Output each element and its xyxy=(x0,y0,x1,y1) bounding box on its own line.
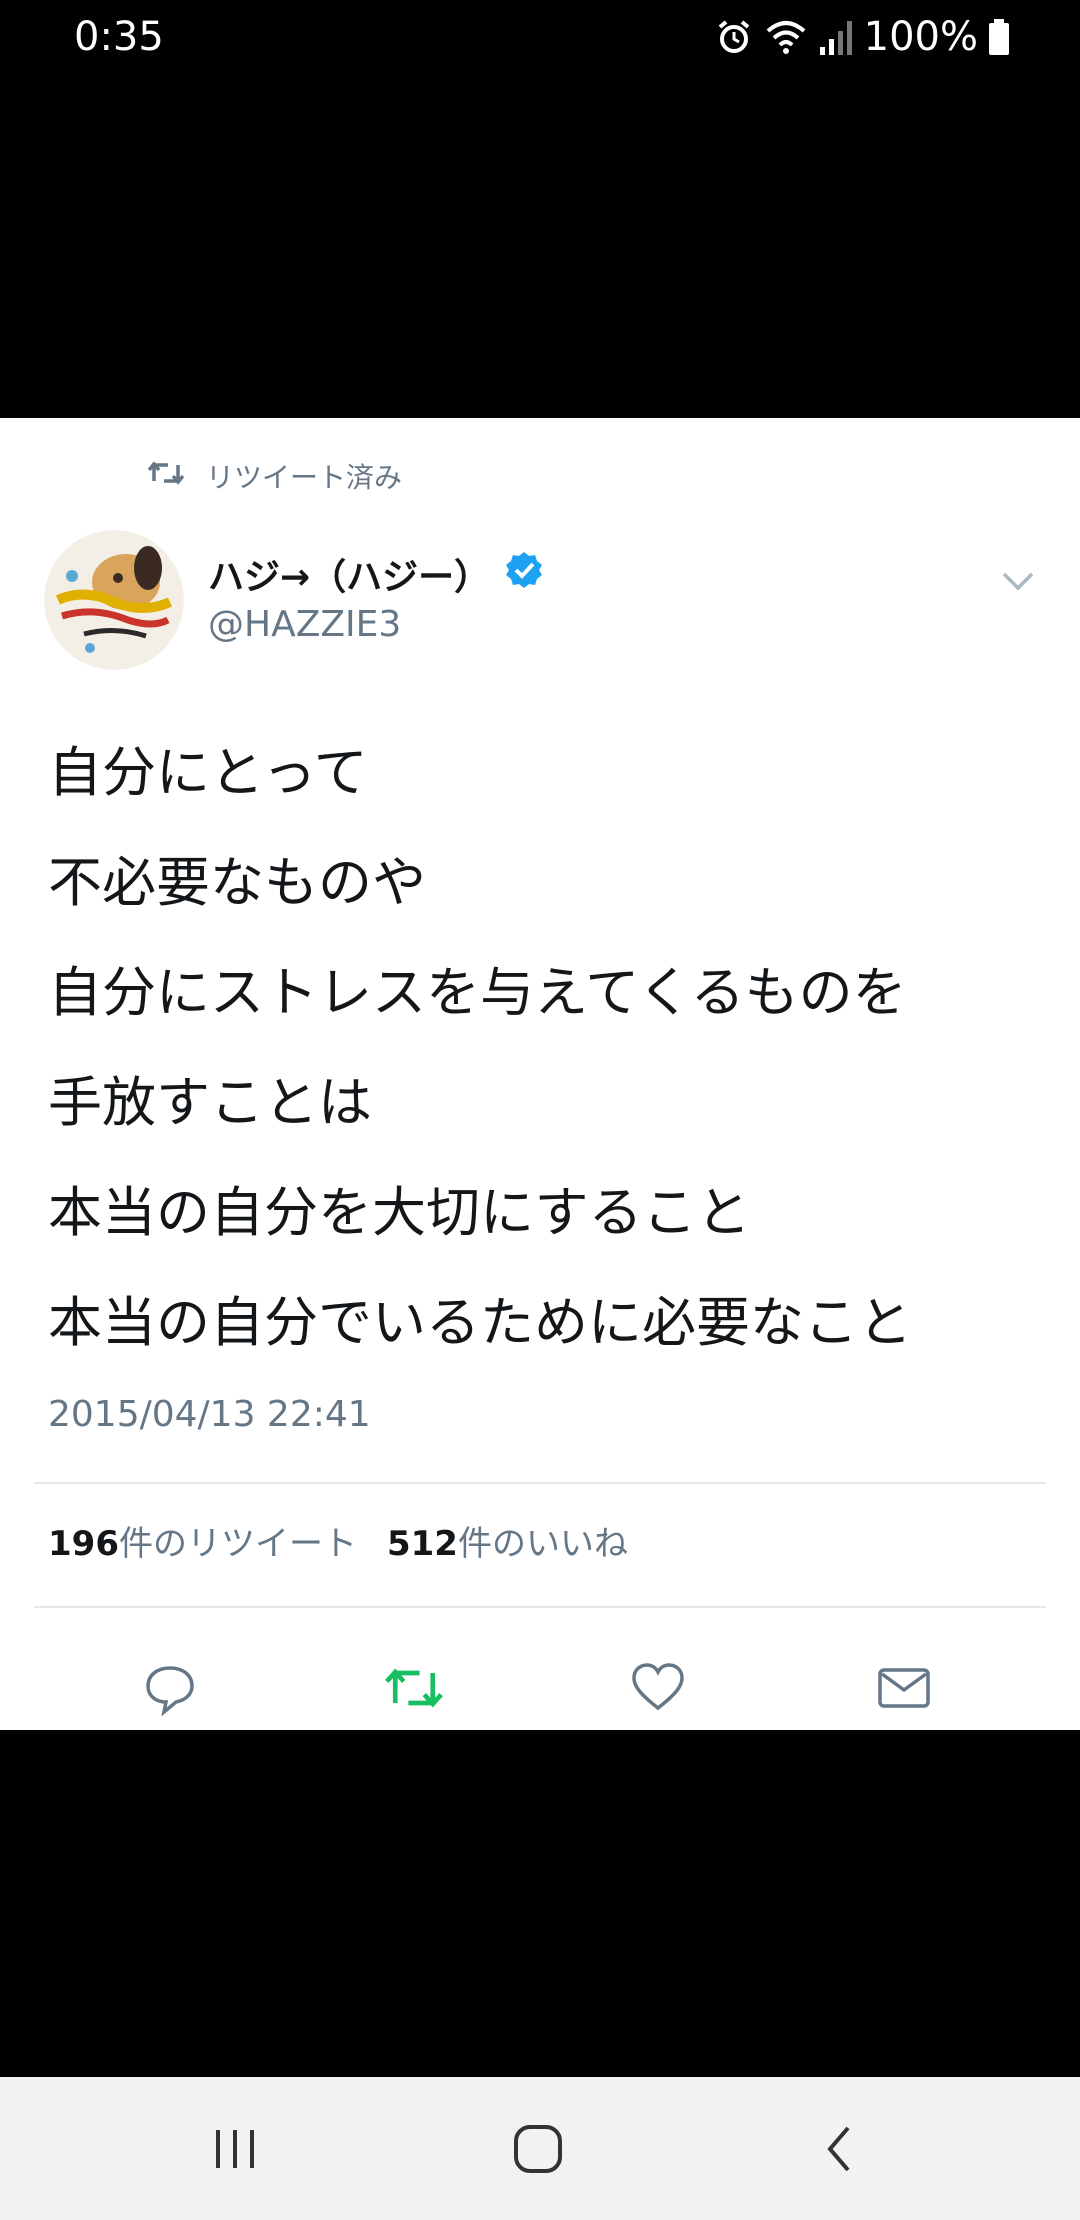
status-time: 0:35 xyxy=(74,14,164,60)
tweet-text-line: 本当の自分を大切にすること xyxy=(48,1181,751,1244)
tweet-timestamp[interactable]: 2015/04/13 22:41 xyxy=(48,1394,371,1435)
message-icon[interactable] xyxy=(874,1658,934,1718)
like-count: 512 xyxy=(386,1524,458,1564)
author-name[interactable]: ハジ→（ハジー） xyxy=(208,548,490,600)
verified-badge-icon xyxy=(504,550,544,599)
author-name-row[interactable]: ハジ→（ハジー） xyxy=(208,546,544,602)
tweet-text-line: 自分にとって xyxy=(48,741,368,804)
tweet-text: 自分にとって 不必要なものや 自分にストレスを与えてくるものを 手放すことは 本… xyxy=(48,718,1048,1378)
tweet-stats: 196件のリツイート 512件のいいね xyxy=(48,1516,628,1565)
retweet-context: リツイート済み xyxy=(147,454,403,498)
back-icon[interactable] xyxy=(806,2117,876,2181)
retweet-context-label: リツイート済み xyxy=(206,461,403,494)
retweet-count: 196 xyxy=(48,1524,119,1564)
status-icons: 100% xyxy=(714,12,1010,62)
author-handle[interactable]: @HAZZIE3 xyxy=(208,604,401,645)
recents-icon[interactable] xyxy=(200,2117,270,2181)
tweet-text-line: 不必要なものや xyxy=(48,851,426,914)
battery-icon xyxy=(988,17,1010,57)
navigation-bar xyxy=(0,2077,1080,2220)
divider xyxy=(34,1482,1046,1484)
phone-screen: 0:35 100% リツイート済み ハジ→（ハジー） @HAZZIE3 自分にと… xyxy=(0,0,1080,2220)
retweet-icon[interactable] xyxy=(384,1658,444,1718)
battery-level: 100% xyxy=(863,14,978,60)
like-count-label: 件のいいね xyxy=(457,1524,628,1564)
retweet-count-label: 件のリツイート xyxy=(118,1524,357,1564)
tweet-text-line: 本当の自分でいるために必要なこと xyxy=(48,1291,912,1354)
chevron-down-icon[interactable] xyxy=(996,558,1040,602)
reply-icon[interactable] xyxy=(140,1658,200,1718)
wifi-icon xyxy=(764,17,808,57)
signal-icon xyxy=(818,17,854,57)
divider xyxy=(34,1606,1046,1608)
retweet-stat[interactable]: 196件のリツイート xyxy=(48,1516,357,1565)
tweet-actions xyxy=(0,1638,1080,1738)
author-avatar[interactable] xyxy=(44,530,184,670)
like-icon[interactable] xyxy=(628,1658,688,1718)
home-icon[interactable] xyxy=(503,2117,573,2181)
tweet-text-line: 手放すことは xyxy=(48,1071,372,1134)
alarm-icon xyxy=(714,17,754,57)
status-bar: 0:35 100% xyxy=(0,0,1080,74)
tweet-text-line: 自分にストレスを与えてくるものを xyxy=(48,961,907,1024)
like-stat[interactable]: 512件のいいね xyxy=(387,1516,628,1565)
retweet-small-icon xyxy=(147,459,185,494)
tweet-card[interactable]: リツイート済み ハジ→（ハジー） @HAZZIE3 自分にとって 不必要なものや… xyxy=(0,418,1080,1730)
